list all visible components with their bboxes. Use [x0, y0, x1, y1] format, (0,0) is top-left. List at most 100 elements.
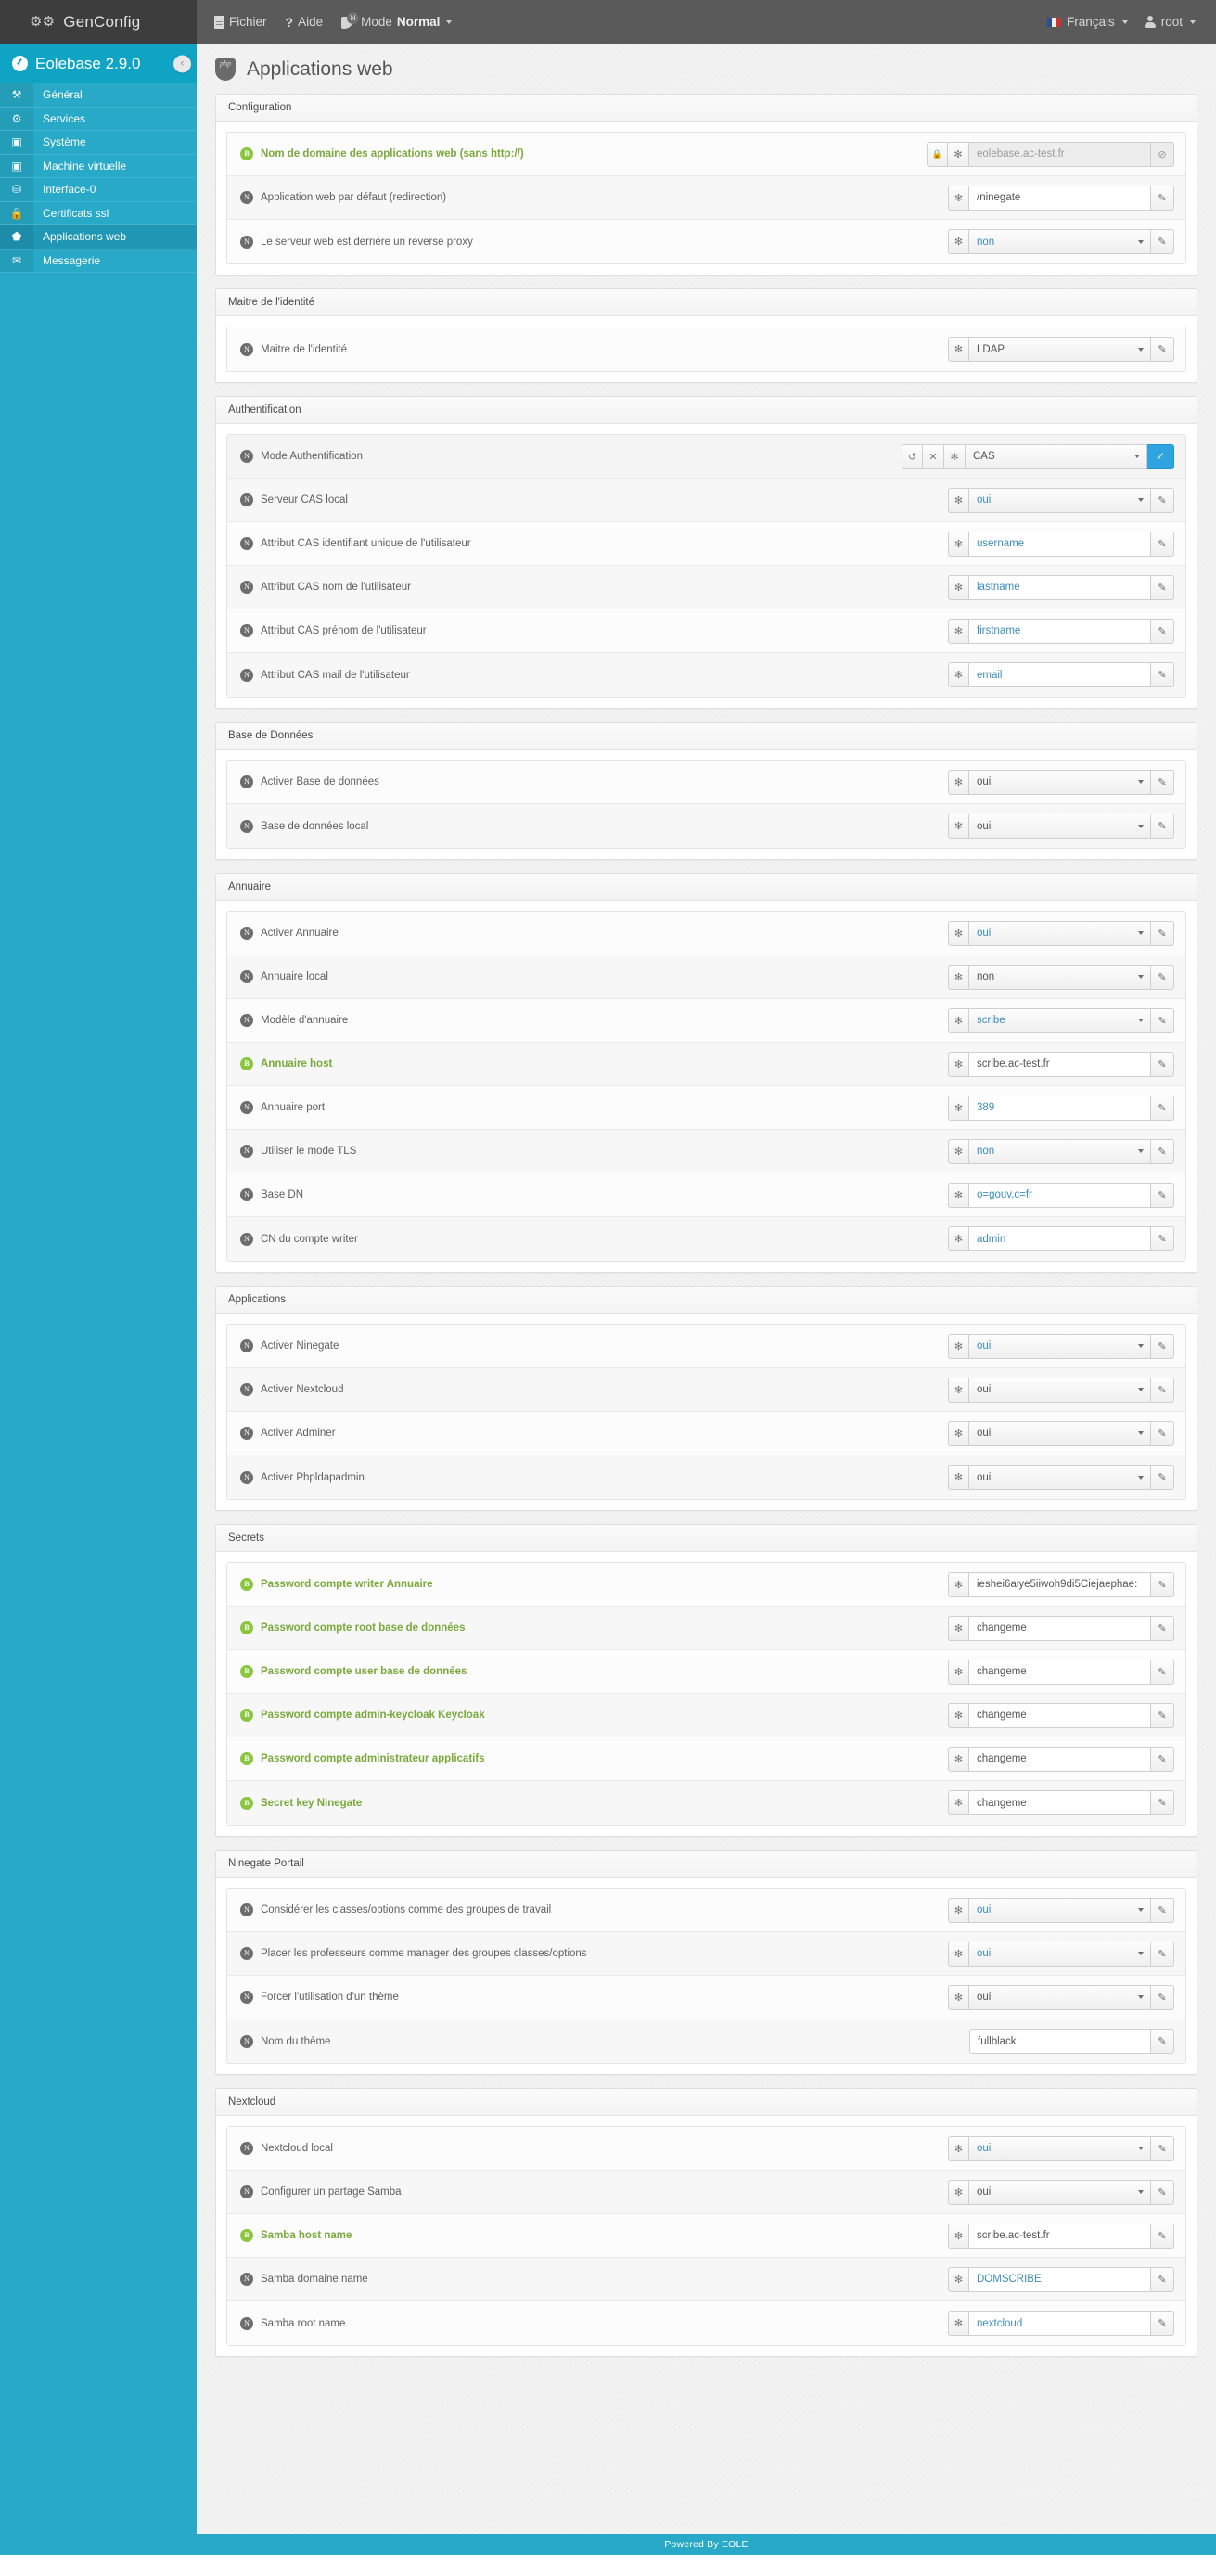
- value-input[interactable]: changeme: [969, 1790, 1151, 1815]
- edit-icon[interactable]: ✎: [1151, 1571, 1174, 1597]
- mandatory-star-icon: ✻: [948, 574, 969, 600]
- value-input[interactable]: email: [969, 662, 1151, 687]
- value-input[interactable]: username: [969, 531, 1151, 557]
- edit-icon[interactable]: ✎: [1151, 1615, 1174, 1641]
- edit-icon[interactable]: ✎: [1151, 229, 1174, 254]
- edit-icon[interactable]: ✎: [1151, 1333, 1174, 1359]
- close-icon[interactable]: ✕: [923, 443, 944, 469]
- edit-icon[interactable]: ✎: [1151, 574, 1174, 600]
- menu-fichier[interactable]: Fichier: [214, 15, 267, 29]
- edit-icon[interactable]: ✎: [1151, 1007, 1174, 1033]
- sidebar-collapse-button[interactable]: ‹: [173, 55, 191, 72]
- value-input[interactable]: 389: [969, 1095, 1151, 1121]
- value-select[interactable]: oui: [969, 1897, 1151, 1923]
- value-input[interactable]: ieshei6aiye5iiwoh9di5Ciejaephae:: [969, 1571, 1151, 1597]
- config-row-control: fullblack ✎: [969, 2029, 1174, 2054]
- edit-icon[interactable]: ✎: [1151, 487, 1174, 513]
- value-input[interactable]: changeme: [969, 1615, 1151, 1641]
- value-select[interactable]: non: [969, 1138, 1151, 1164]
- value-select[interactable]: LDAP: [969, 337, 1151, 362]
- edit-icon[interactable]: ✎: [1151, 1659, 1174, 1685]
- edit-icon[interactable]: ✎: [1151, 1377, 1174, 1403]
- sidebar-item-messagerie[interactable]: ✉ Messagerie: [0, 249, 197, 273]
- value-select[interactable]: oui: [969, 2135, 1151, 2161]
- value-select[interactable]: oui: [969, 814, 1151, 839]
- value-input[interactable]: nextcloud: [969, 2311, 1151, 2336]
- edit-icon[interactable]: ✎: [1151, 1051, 1174, 1077]
- edit-icon[interactable]: ✎: [1151, 2311, 1174, 2336]
- revert-icon[interactable]: ↺: [902, 443, 923, 469]
- value-input[interactable]: scribe.ac-test.fr: [969, 1051, 1151, 1077]
- edit-icon[interactable]: ✎: [1151, 2029, 1174, 2054]
- edit-icon[interactable]: ✎: [1151, 1790, 1174, 1815]
- edit-icon[interactable]: ✎: [1151, 964, 1174, 990]
- value-input[interactable]: firstname: [969, 618, 1151, 644]
- edit-icon[interactable]: ✎: [1151, 2223, 1174, 2249]
- edit-icon[interactable]: ✎: [1151, 1897, 1174, 1923]
- value-select[interactable]: oui: [969, 1333, 1151, 1359]
- value-input[interactable]: changeme: [969, 1659, 1151, 1685]
- value-input[interactable]: lastname: [969, 574, 1151, 600]
- value-input[interactable]: changeme: [969, 1746, 1151, 1772]
- config-row: N Maitre de l'identité ✻ LDAP ✎: [227, 327, 1185, 371]
- value-input[interactable]: fullblack: [969, 2029, 1151, 2054]
- edit-icon[interactable]: ✎: [1151, 1420, 1174, 1446]
- edit-icon[interactable]: ✎: [1151, 618, 1174, 644]
- menu-mode[interactable]: N Mode Normal: [341, 12, 453, 29]
- edit-icon[interactable]: ✎: [1151, 1138, 1174, 1164]
- language-selector[interactable]: Français: [1046, 15, 1128, 29]
- value-input[interactable]: DOMSCRIBE: [969, 2266, 1151, 2292]
- edit-icon[interactable]: ✎: [1151, 1095, 1174, 1121]
- value-input[interactable]: /ninegate: [969, 185, 1151, 211]
- value-select[interactable]: oui: [969, 920, 1151, 946]
- edit-icon[interactable]: ✎: [1151, 185, 1174, 211]
- edit-icon[interactable]: ✎: [1151, 1465, 1174, 1490]
- value-input[interactable]: eolebase.ac-test.fr: [969, 141, 1151, 167]
- value-input[interactable]: scribe.ac-test.fr: [969, 2223, 1151, 2249]
- value-select[interactable]: non: [969, 229, 1151, 254]
- value-select[interactable]: oui: [969, 1420, 1151, 1446]
- menu-aide[interactable]: ? Aide: [286, 15, 324, 30]
- value-select[interactable]: oui: [969, 487, 1151, 513]
- edit-icon[interactable]: ✎: [1151, 1941, 1174, 1967]
- value-input[interactable]: o=gouv,c=fr: [969, 1182, 1151, 1208]
- sidebar-item-certificats-ssl[interactable]: 🔒 Certificats ssl: [0, 201, 197, 225]
- edit-icon[interactable]: ✎: [1151, 1746, 1174, 1772]
- edit-icon[interactable]: ✎: [1151, 2266, 1174, 2292]
- value-select[interactable]: oui: [969, 1465, 1151, 1490]
- value-input[interactable]: admin: [969, 1226, 1151, 1251]
- user-menu[interactable]: root: [1144, 15, 1196, 29]
- value-select[interactable]: oui: [969, 1941, 1151, 1967]
- value-input[interactable]: changeme: [969, 1702, 1151, 1728]
- value-select[interactable]: scribe: [969, 1007, 1151, 1033]
- edit-icon[interactable]: ✎: [1151, 1984, 1174, 2010]
- value-select[interactable]: non: [969, 964, 1151, 990]
- config-row-label: N Activer Annuaire: [240, 927, 339, 940]
- value-select[interactable]: oui: [969, 1377, 1151, 1403]
- sidebar-item-g-n-ral[interactable]: ⚒ Général: [0, 83, 197, 108]
- sidebar-item-services[interactable]: ⚙ Services: [0, 107, 197, 131]
- value-select[interactable]: oui: [969, 2179, 1151, 2205]
- edit-icon[interactable]: ✎: [1151, 1182, 1174, 1208]
- edit-icon[interactable]: ✎: [1151, 2179, 1174, 2205]
- sidebar-item-applications-web[interactable]: ⬟ Applications web: [0, 225, 197, 250]
- edit-icon[interactable]: ✎: [1151, 531, 1174, 557]
- edit-icon[interactable]: ✎: [1151, 769, 1174, 795]
- edit-icon[interactable]: ✎: [1151, 2135, 1174, 2161]
- edit-icon[interactable]: ✎: [1151, 1702, 1174, 1728]
- confirm-check-icon[interactable]: ✓: [1147, 443, 1174, 469]
- config-row-label: N Attribut CAS nom de l'utilisateur: [240, 581, 411, 594]
- edit-icon[interactable]: ✎: [1151, 920, 1174, 946]
- value-select[interactable]: oui: [969, 1984, 1151, 2010]
- sidebar-item-syst-me[interactable]: ▣ Système: [0, 131, 197, 155]
- value-select[interactable]: oui: [969, 769, 1151, 795]
- config-row-label: N Activer Ninegate: [240, 1339, 339, 1352]
- edit-icon[interactable]: ✎: [1151, 337, 1174, 362]
- sidebar-item-machine-virtuelle[interactable]: ▣ Machine virtuelle: [0, 154, 197, 178]
- mode-badge-icon: N: [240, 450, 253, 463]
- edit-icon[interactable]: ✎: [1151, 814, 1174, 839]
- edit-icon[interactable]: ✎: [1151, 1226, 1174, 1251]
- sidebar-item-interface-0[interactable]: ⛁ Interface-0: [0, 178, 197, 202]
- value-select[interactable]: CAS: [966, 443, 1147, 469]
- edit-icon[interactable]: ✎: [1151, 662, 1174, 687]
